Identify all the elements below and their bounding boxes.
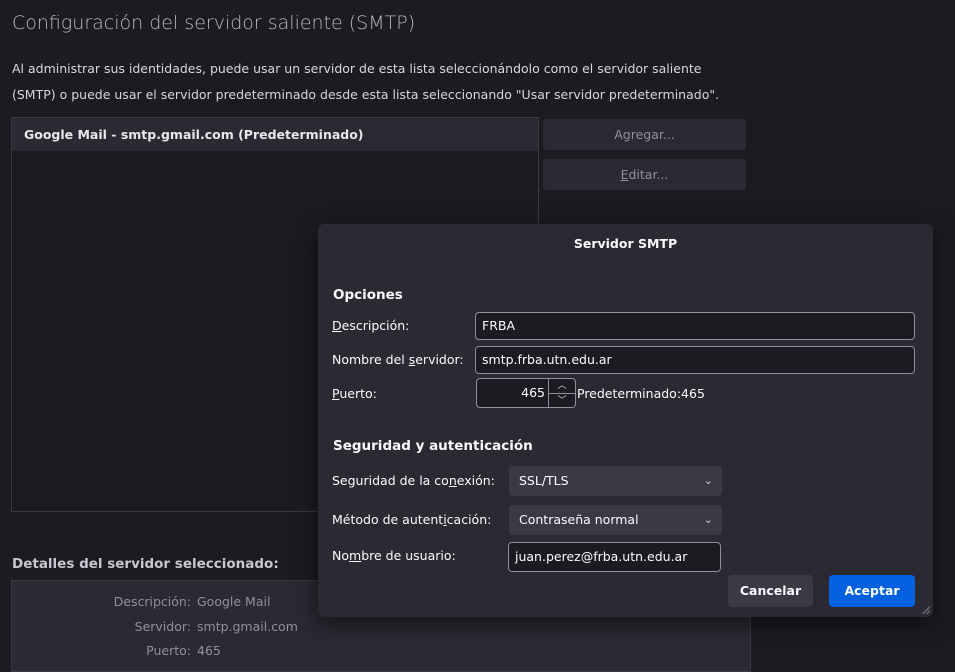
- server-name-label: Nombre del servidor:: [332, 352, 464, 367]
- detail-key: Descripción:: [113, 594, 191, 609]
- chevron-down-icon: ⌄: [703, 513, 713, 526]
- intro-text: Al administrar sus identidades, puede us…: [12, 56, 772, 108]
- username-field[interactable]: juan.perez@frba.utn.edu.ar: [508, 542, 721, 572]
- detail-row: Servidor: smtp.gmail.com: [12, 619, 312, 634]
- auth-method-value: Contraseña normal: [519, 512, 639, 527]
- username-label: Nombre de usuario:: [332, 548, 456, 563]
- options-heading: Opciones: [333, 287, 403, 303]
- edit-label-rest: ditar...: [628, 167, 669, 182]
- details-title: Detalles del servidor seleccionado:: [12, 556, 279, 572]
- chevron-down-icon[interactable]: ﹀: [549, 394, 575, 408]
- edit-button[interactable]: Editar...: [543, 159, 746, 190]
- description-field[interactable]: FRBA: [475, 312, 915, 340]
- connection-security-label: Seguridad de la conexión:: [332, 473, 495, 488]
- detail-key: Puerto:: [146, 643, 191, 658]
- detail-row: Puerto: 465: [12, 643, 312, 658]
- detail-value: Google Mail: [197, 594, 271, 609]
- connection-security-select[interactable]: SSL/TLS ⌄: [509, 466, 722, 496]
- server-name-field[interactable]: smtp.frba.utn.edu.ar: [475, 346, 915, 374]
- description-label: Descripción:: [332, 318, 410, 333]
- page-title: Configuración del servidor saliente (SMT…: [12, 12, 416, 34]
- detail-key: Servidor:: [134, 619, 191, 634]
- smtp-server-dialog: Servidor SMTP Opciones Descripción: FRBA…: [318, 224, 933, 617]
- intro-line-1: Al administrar sus identidades, puede us…: [12, 61, 702, 76]
- auth-method-label: Método de autenticación:: [332, 512, 492, 527]
- detail-value: smtp.gmail.com: [197, 619, 298, 634]
- list-item[interactable]: Google Mail - smtp.gmail.com (Predetermi…: [12, 118, 538, 151]
- dialog-title: Servidor SMTP: [573, 236, 678, 251]
- port-spinner[interactable]: 465 ︿ ﹀: [476, 378, 576, 408]
- security-heading: Seguridad y autenticación: [333, 438, 533, 454]
- port-label: Puerto:: [332, 386, 377, 401]
- edit-accesskey: E: [620, 167, 629, 182]
- add-button[interactable]: Agregar...: [543, 119, 746, 150]
- intro-line-2: (SMTP) o puede usar el servidor predeter…: [12, 87, 720, 102]
- accept-button[interactable]: Aceptar: [829, 575, 915, 607]
- port-default-label: Predeterminado:465: [577, 386, 705, 401]
- cancel-button[interactable]: Cancelar: [728, 575, 813, 607]
- resize-grip-icon[interactable]: [922, 606, 930, 614]
- connection-security-value: SSL/TLS: [519, 473, 569, 488]
- chevron-up-icon[interactable]: ︿: [549, 379, 575, 394]
- detail-value: 465: [197, 643, 221, 658]
- detail-row: Descripción: Google Mail: [12, 594, 312, 609]
- auth-method-select[interactable]: Contraseña normal ⌄: [509, 505, 722, 535]
- chevron-down-icon: ⌄: [703, 474, 713, 487]
- spin-buttons[interactable]: ︿ ﹀: [548, 379, 575, 407]
- port-value[interactable]: 465: [521, 379, 545, 407]
